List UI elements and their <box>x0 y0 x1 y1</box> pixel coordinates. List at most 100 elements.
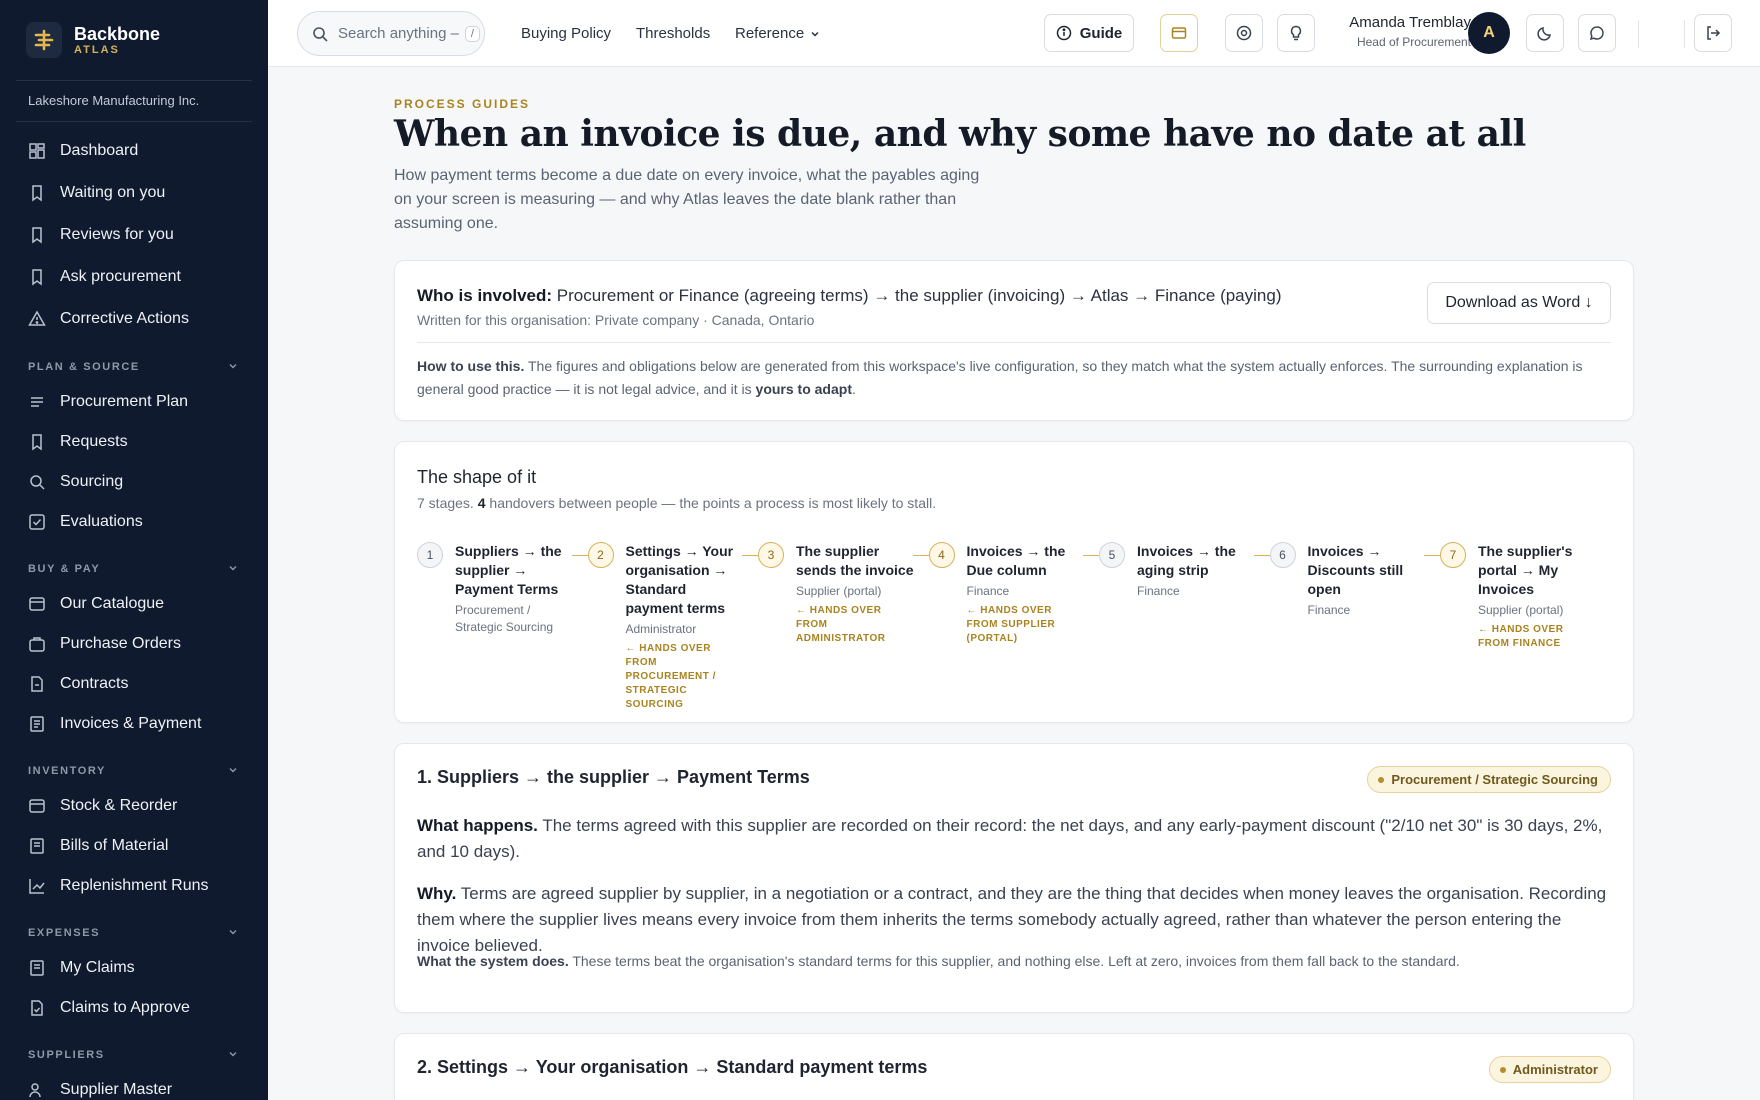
sidebar-item-reviews[interactable]: Reviews for you <box>0 214 268 256</box>
avatar[interactable]: A <box>1468 12 1510 54</box>
sidebar-item-label: Waiting on you <box>60 184 166 201</box>
logout-button[interactable] <box>1694 14 1732 52</box>
search-icon <box>312 26 328 42</box>
list-icon <box>28 393 46 411</box>
sidebar-item-label: Our Catalogue <box>60 595 165 612</box>
sidebar: Backbone ATLAS Lakeshore Manufacturing I… <box>0 0 268 1100</box>
download-word-button[interactable]: Download as Word ↓ <box>1427 282 1611 324</box>
sidebar-item-label: Stock & Reorder <box>60 797 178 814</box>
document-check-icon <box>28 999 46 1017</box>
how-to-bold: yours to adapt <box>755 381 852 397</box>
stage-role: Finance <box>1307 603 1351 617</box>
what-happens: What happens. The terms agreed with this… <box>417 813 1611 865</box>
bookmark-icon <box>28 226 46 244</box>
divider <box>417 342 1611 343</box>
sidebar-item-procurement-plan[interactable]: Procurement Plan <box>0 382 268 422</box>
sidebar-item-purchase-orders[interactable]: Purchase Orders <box>0 624 268 664</box>
section-suppliers[interactable]: SUPPLIERS <box>0 1028 268 1070</box>
nav-buying-policy[interactable]: Buying Policy <box>521 0 611 67</box>
sidebar-item-label: Invoices & Payment <box>60 715 202 732</box>
sidebar-item-evaluations[interactable]: Evaluations <box>0 502 268 542</box>
connector-line <box>742 555 758 556</box>
how-to-use: How to use this. The figures and obligat… <box>417 355 1611 401</box>
sidebar-item-invoices[interactable]: Invoices & Payment <box>0 704 268 744</box>
sidebar-item-contracts[interactable]: Contracts <box>0 664 268 704</box>
section-buy-pay[interactable]: BUY & PAY <box>0 542 268 584</box>
chevron-down-icon <box>228 1049 238 1062</box>
sidebar-item-replenishment[interactable]: Replenishment Runs <box>0 866 268 906</box>
stage-number: 1 <box>417 542 443 568</box>
sidebar-item-requests[interactable]: Requests <box>0 422 268 462</box>
section-inventory[interactable]: INVENTORY <box>0 744 268 786</box>
section-plan-source[interactable]: PLAN & SOURCE <box>0 340 268 382</box>
sidebar-item-sourcing[interactable]: Sourcing <box>0 462 268 502</box>
how-to-end: . <box>852 381 856 397</box>
wallet-icon <box>1171 25 1187 41</box>
sidebar-item-corrective-actions[interactable]: Corrective Actions <box>0 298 268 340</box>
stage-body: The supplier sends the invoice Supplier (… <box>796 542 914 646</box>
chevron-down-icon <box>228 563 238 576</box>
sidebar-item-label: Corrective Actions <box>60 310 189 327</box>
page-eyebrow: PROCESS GUIDES <box>394 97 531 111</box>
box-icon <box>28 797 46 815</box>
who-involved-text: Procurement or Finance (agreeing terms) … <box>556 286 1282 305</box>
sidebar-item-label: Replenishment Runs <box>60 877 209 894</box>
why: Why. Terms are agreed supplier by suppli… <box>417 881 1611 959</box>
how-to-label: How to use this. <box>417 358 525 374</box>
how-to-text: The figures and obligations below are ge… <box>417 358 1583 397</box>
section-expenses[interactable]: EXPENSES <box>0 906 268 948</box>
theme-toggle-button[interactable] <box>1526 14 1564 52</box>
nav-thresholds[interactable]: Thresholds <box>636 0 710 67</box>
sidebar-item-claims-approve[interactable]: Claims to Approve <box>0 988 268 1028</box>
system-does: What the system does. These terms beat t… <box>417 951 1611 971</box>
sidebar-item-label: Claims to Approve <box>60 999 190 1016</box>
sidebar-item-supplier-master[interactable]: Supplier Master <box>0 1070 268 1100</box>
system-text: These terms beat the organisation's stan… <box>572 953 1460 969</box>
invoice-icon <box>28 959 46 977</box>
search-input[interactable]: Search anything – / <box>297 11 485 56</box>
ideas-button[interactable] <box>1277 14 1315 52</box>
stage-role: Procurement / Strategic Sourcing <box>455 603 554 634</box>
nav-reference[interactable]: Reference <box>735 0 820 67</box>
chevron-down-icon <box>228 927 238 940</box>
sidebar-item-label: Sourcing <box>60 473 124 490</box>
sidebar-item-label: Ask procurement <box>60 268 181 285</box>
user-info[interactable]: Amanda Tremblay Head of Procurement <box>1331 14 1471 49</box>
guide-button[interactable]: Guide <box>1044 14 1134 52</box>
search-icon <box>28 473 46 491</box>
written-for: Written for this organisation: Private c… <box>417 312 815 328</box>
stage-handover: ← HANDS OVER FROM PROCUREMENT / STRATEGI… <box>625 643 716 710</box>
sidebar-item-label: Supplier Master <box>60 1081 173 1098</box>
help-button[interactable] <box>1225 14 1263 52</box>
sidebar-item-label: Evaluations <box>60 513 143 530</box>
sidebar-item-ask[interactable]: Ask procurement <box>0 256 268 298</box>
stage-role: Supplier (portal) <box>796 584 882 598</box>
sidebar-item-bom[interactable]: Bills of Material <box>0 826 268 866</box>
chat-button[interactable] <box>1578 14 1616 52</box>
search-placeholder: Search anything – <box>338 25 459 42</box>
chevron-down-icon <box>810 29 820 39</box>
stage-body: Invoices → Discounts still open Finance <box>1308 542 1426 619</box>
chevron-down-icon <box>228 361 238 374</box>
brand[interactable]: Backbone ATLAS <box>16 0 252 81</box>
sidebar-item-dashboard[interactable]: Dashboard <box>0 130 268 172</box>
sidebar-item-waiting[interactable]: Waiting on you <box>0 172 268 214</box>
top-bar: Search anything – / Buying Policy Thresh… <box>268 0 1760 67</box>
sidebar-item-label: Procurement Plan <box>60 393 189 410</box>
bookmark-icon <box>28 433 46 451</box>
document-icon <box>28 675 46 693</box>
stage-title: The supplier sends the invoice <box>796 543 914 578</box>
sidebar-item-my-claims[interactable]: My Claims <box>0 948 268 988</box>
sidebar-item-stock[interactable]: Stock & Reorder <box>0 786 268 826</box>
wallet-button[interactable] <box>1160 14 1198 52</box>
brand-name: Backbone <box>74 24 161 44</box>
sidebar-item-label: Dashboard <box>60 142 139 159</box>
section-title: 2. Settings → Your organisation → Standa… <box>417 1057 928 1077</box>
sidebar-item-catalogue[interactable]: Our Catalogue <box>0 584 268 624</box>
organisation-name[interactable]: Lakeshore Manufacturing Inc. <box>16 81 252 122</box>
stage-body: The supplier's portal → My Invoices Suppl… <box>1478 542 1596 651</box>
users-icon <box>28 1081 46 1099</box>
divider <box>1684 20 1685 48</box>
stage-body: Suppliers → the supplier → Payment Terms… <box>455 542 573 636</box>
dot-icon <box>1378 776 1385 783</box>
